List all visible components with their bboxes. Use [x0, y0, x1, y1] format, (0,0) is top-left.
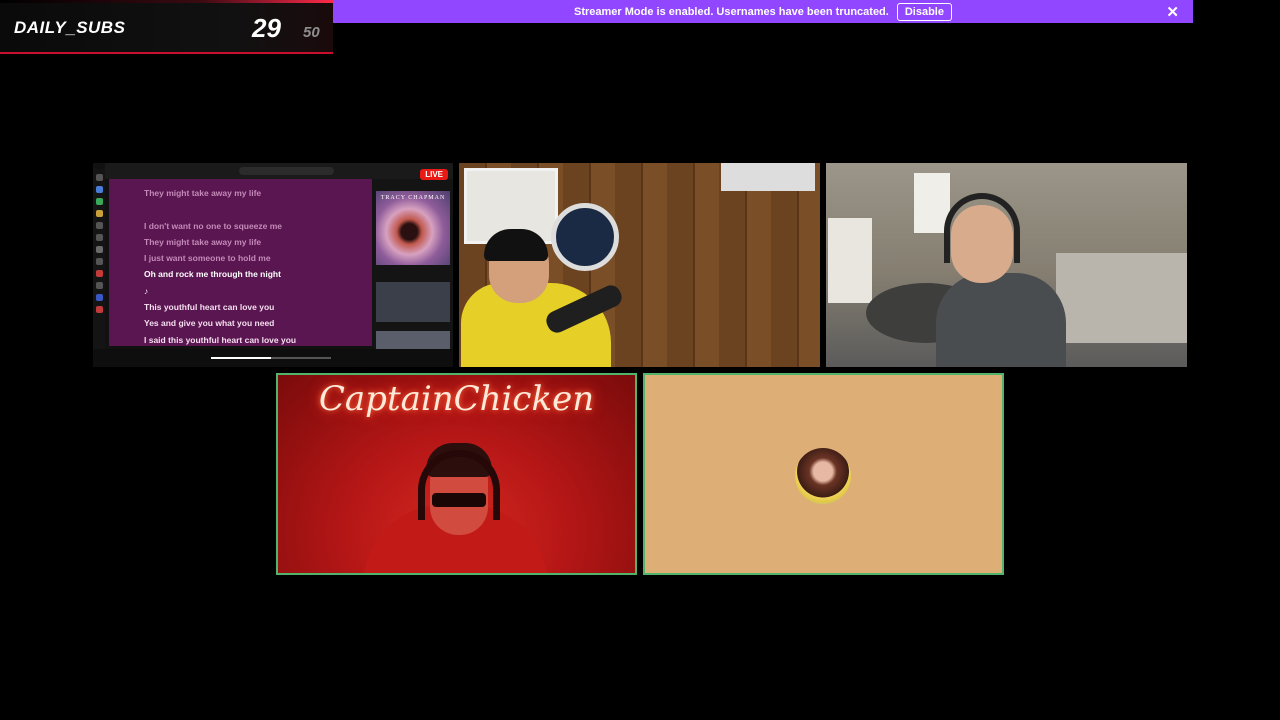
- artist-thumbnail: [376, 282, 450, 322]
- close-icon[interactable]: ✕: [1166, 3, 1179, 21]
- lyric-line: I said this youthful heart can love you: [144, 334, 297, 345]
- lyric-line: They might take away my life: [144, 188, 262, 198]
- lyric-line: This youthful heart can love you: [144, 302, 275, 313]
- lyric-line: Oh and rock me through the night: [144, 269, 281, 280]
- subs-count: 29: [252, 13, 281, 43]
- daily-subs-widget: DAILY_SUBS 29 50: [0, 0, 333, 54]
- lyric-line: I don't want no one to squeeze me: [144, 220, 283, 231]
- headphones: [418, 450, 500, 520]
- live-badge: LIVE: [420, 169, 448, 180]
- neon-sign: CaptainChicken: [318, 379, 595, 419]
- lyric-line: I just want someone to hold me: [144, 253, 271, 264]
- lyric-line: They might take away my life: [144, 236, 262, 247]
- sunglasses: [432, 493, 486, 507]
- album-title: TRACY CHAPMAN: [380, 195, 446, 201]
- subs-label: DAILY_SUBS: [14, 18, 126, 37]
- participant-video-tile[interactable]: [459, 163, 820, 367]
- subs-goal: 50: [303, 24, 320, 41]
- participant-video-tile[interactable]: [826, 163, 1187, 367]
- player-controls: [93, 349, 453, 367]
- avatar: [795, 448, 851, 504]
- lyric-line: [144, 201, 372, 217]
- album-art: TRACY CHAPMAN: [376, 191, 450, 265]
- ring-light: [551, 203, 619, 271]
- banner-message: Streamer Mode is enabled. Usernames have…: [574, 5, 889, 18]
- streamer-mode-banner: Streamer Mode is enabled. Usernames have…: [333, 0, 1193, 23]
- screen-share-tile[interactable]: They might take away my life I don't wan…: [93, 163, 453, 367]
- lyric-line: ♪: [144, 285, 149, 296]
- lyric-line: Yes and give you what you need: [144, 318, 275, 329]
- related-thumbnail: [376, 331, 450, 349]
- playback-progress-bar[interactable]: [211, 357, 331, 359]
- wall-poster: [721, 163, 815, 191]
- dresser: [828, 218, 872, 303]
- player-sidebar: [93, 169, 105, 359]
- player-topbar: [105, 163, 453, 179]
- player-search-bar: [239, 167, 334, 175]
- active-speaker-tile[interactable]: CaptainChicken: [276, 373, 637, 575]
- participant-figure: [936, 273, 1066, 367]
- lyrics-panel: They might take away my life I don't wan…: [109, 179, 372, 361]
- headphones: [944, 193, 1020, 263]
- disable-button[interactable]: Disable: [896, 2, 952, 21]
- bed: [1056, 253, 1187, 343]
- avatar-only-tile[interactable]: [643, 373, 1004, 575]
- player-right-panel: TRACY CHAPMAN: [373, 179, 453, 349]
